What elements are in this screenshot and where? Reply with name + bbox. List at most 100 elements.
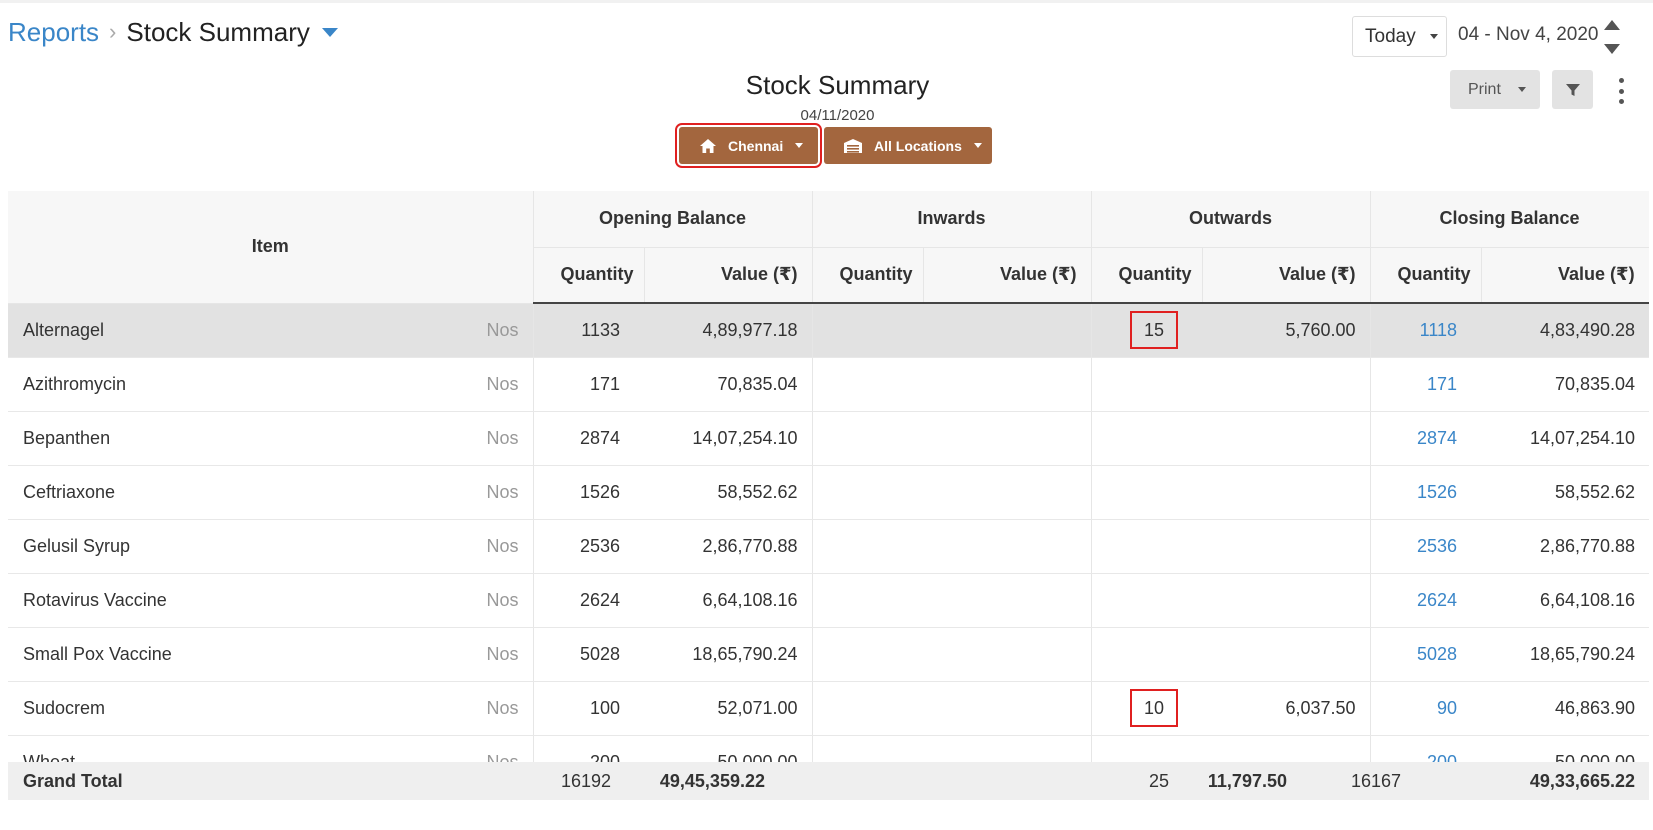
inwards-quantity <box>812 519 924 574</box>
outwards-quantity: 15 <box>1091 303 1203 358</box>
item-name: Alternagel <box>8 303 373 358</box>
grand-total-outwards-value: 11,797.50 <box>1207 771 1287 791</box>
inwards-value <box>923 627 1092 682</box>
opening-value: 6,64,108.16 <box>644 573 813 628</box>
opening-quantity: 2874 <box>533 411 645 466</box>
outwards-value <box>1202 357 1371 412</box>
outwards-value <box>1202 411 1371 466</box>
closing-quantity-link[interactable]: 5028 <box>1370 627 1482 682</box>
report-date: 04/11/2020 <box>800 107 875 124</box>
grand-total-row: Grand Total 16192 49,45,359.22 25 11,797… <box>8 762 1649 800</box>
opening-value: 18,65,790.24 <box>644 627 813 682</box>
outwards-value <box>1202 627 1371 682</box>
breadcrumb: Reports › Stock Summary <box>8 14 338 50</box>
breadcrumb-reports-link[interactable]: Reports <box>8 17 99 48</box>
outwards-value <box>1202 465 1371 520</box>
caret-down-icon <box>795 143 804 148</box>
outwards-header: Outwards <box>1091 191 1371 247</box>
grand-total-closing-quantity: 16167 <box>1350 771 1401 791</box>
closing-quantity-link[interactable]: 171 <box>1370 357 1482 412</box>
opening-value: 4,89,977.18 <box>644 303 813 358</box>
inwards-value <box>923 465 1092 520</box>
unit-label: Nos <box>373 519 534 574</box>
outwards-quantity-highlight: 15 <box>1130 311 1179 350</box>
table-row[interactable]: Ceftriaxone Nos 1526 58,552.62 1526 58,552.62 <box>8 465 1649 520</box>
location-select-label: All Locations <box>874 137 962 154</box>
stock-table-body: Alternagel Nos 1133 4,89,977.18 15 5,760.00 11… <box>8 303 1649 790</box>
inwards-value <box>923 303 1092 358</box>
outwards-value <box>1202 573 1371 628</box>
unit-label: Nos <box>373 465 534 520</box>
opening-quantity: 1526 <box>533 465 645 520</box>
date-prev-arrow-icon[interactable] <box>1604 20 1620 30</box>
table-row[interactable]: Sudocrem Nos 100 52,071.00 10 6,037.50 90 46,86… <box>8 681 1649 736</box>
outwards-quantity <box>1091 573 1203 628</box>
table-row[interactable]: Alternagel Nos 1133 4,89,977.18 15 5,760.00 11… <box>8 303 1649 358</box>
inwards-quantity <box>812 573 924 628</box>
outwards-value: 6,037.50 <box>1202 681 1371 736</box>
caret-down-icon <box>1429 34 1438 39</box>
outwards-quantity <box>1091 519 1203 574</box>
unit-label: Nos <box>373 627 534 682</box>
date-range-text[interactable]: 04 - Nov 4, 2020 <box>1458 24 1598 46</box>
item-name: Azithromycin <box>8 357 373 412</box>
inwards-quantity <box>812 303 924 358</box>
outwards-value <box>1202 519 1371 574</box>
table-row[interactable]: Azithromycin Nos 171 70,835.04 171 70,835.04 <box>8 357 1649 412</box>
outwards-quantity: 10 <box>1091 681 1203 736</box>
outwards-quantity <box>1091 465 1203 520</box>
stock-table-container[interactable]: Item Opening Balance Inwards Outwards Cl… <box>8 191 1649 801</box>
stock-summary-table: Item Opening Balance Inwards Outwards Cl… <box>8 191 1649 790</box>
branch-select-label: Chennai <box>728 137 784 154</box>
table-row[interactable]: Gelusil Syrup Nos 2536 2,86,770.88 2536 2,86,… <box>8 519 1649 574</box>
opening-value-header: Value (₹) <box>644 246 813 304</box>
unit-label: Nos <box>373 573 534 628</box>
grand-total-opening-value: 49,45,359.22 <box>659 771 765 791</box>
closing-quantity-link[interactable]: 1118 <box>1370 303 1482 358</box>
breadcrumb-current: Stock Summary <box>126 16 310 47</box>
opening-balance-header: Opening Balance <box>533 191 813 247</box>
opening-value: 14,07,254.10 <box>644 411 813 466</box>
closing-value: 2,86,770.88 <box>1481 519 1649 574</box>
closing-quantity-link[interactable]: 2874 <box>1370 411 1482 466</box>
unit-label: Nos <box>373 357 534 412</box>
unit-label: Nos <box>373 681 534 736</box>
inwards-quantity <box>812 357 924 412</box>
location-select-button[interactable]: All Locations <box>824 127 992 164</box>
closing-quantity-header: Quantity <box>1370 246 1482 304</box>
report-switch-caret-icon[interactable] <box>321 27 338 37</box>
closing-value: 6,64,108.16 <box>1481 573 1649 628</box>
closing-value: 46,863.90 <box>1481 681 1649 736</box>
closing-balance-header: Closing Balance <box>1370 191 1649 247</box>
branch-select-button[interactable]: Chennai <box>675 123 822 168</box>
table-row[interactable]: Small Pox Vaccine Nos 5028 18,65,790.24 5028… <box>8 627 1649 682</box>
unit-label: Nos <box>373 411 534 466</box>
inwards-quantity <box>812 681 924 736</box>
closing-quantity-link[interactable]: 2624 <box>1370 573 1482 628</box>
opening-value: 2,86,770.88 <box>644 519 813 574</box>
grand-total-outwards-quantity: 25 <box>1148 771 1169 791</box>
closing-quantity-link[interactable]: 2536 <box>1370 519 1482 574</box>
closing-quantity-link[interactable]: 90 <box>1370 681 1482 736</box>
period-select-value: Today <box>1365 25 1416 47</box>
outwards-quantity-highlight: 10 <box>1130 689 1179 727</box>
outwards-quantity-header: Quantity <box>1091 246 1203 304</box>
opening-quantity: 171 <box>533 357 645 412</box>
table-row[interactable]: Rotavirus Vaccine Nos 2624 6,64,108.16 2624 6… <box>8 573 1649 628</box>
closing-value: 14,07,254.10 <box>1481 411 1649 466</box>
outwards-quantity <box>1091 357 1203 412</box>
item-name: Gelusil Syrup <box>8 519 373 574</box>
table-row[interactable]: Bepanthen Nos 2874 14,07,254.10 2874 14,07,25… <box>8 411 1649 466</box>
date-next-arrow-icon[interactable] <box>1604 44 1620 54</box>
warehouse-icon <box>844 138 862 153</box>
period-select[interactable]: Today <box>1352 16 1447 57</box>
grand-total-opening-quantity: 16192 <box>560 771 611 791</box>
report-title: Stock Summary <box>745 70 930 100</box>
opening-value: 58,552.62 <box>644 465 813 520</box>
inwards-value <box>923 411 1092 466</box>
item-name: Small Pox Vaccine <box>8 627 373 682</box>
opening-quantity: 1133 <box>533 303 645 358</box>
outwards-value-header: Value (₹) <box>1202 246 1371 304</box>
closing-quantity-link[interactable]: 1526 <box>1370 465 1482 520</box>
unit-label: Nos <box>373 303 534 358</box>
